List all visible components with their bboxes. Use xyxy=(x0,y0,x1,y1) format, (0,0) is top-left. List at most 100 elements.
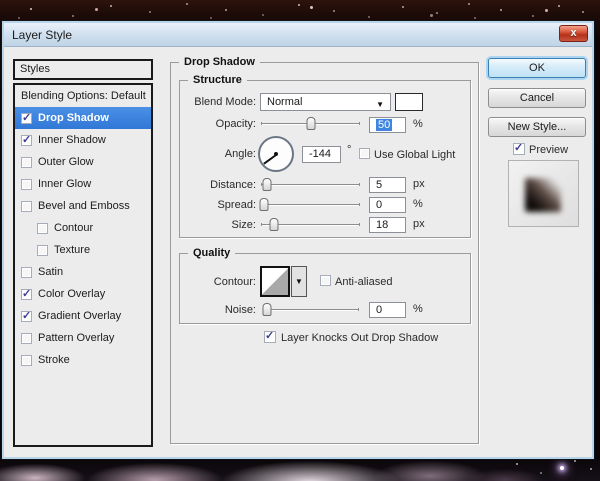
layer-style-dialog: Layer Style x Styles Blending Options: D… xyxy=(2,21,594,459)
checkbox-icon[interactable] xyxy=(21,133,32,146)
checkbox-icon[interactable] xyxy=(21,266,32,278)
noise-label: Noise: xyxy=(224,304,256,316)
angle-dial[interactable] xyxy=(258,136,294,172)
distance-unit: px xyxy=(413,178,425,190)
sidebar-item-label: Gradient Overlay xyxy=(38,310,122,322)
size-slider[interactable] xyxy=(261,217,360,232)
dialog-titlebar[interactable]: Layer Style x xyxy=(4,23,592,47)
checkbox-icon[interactable] xyxy=(21,287,32,300)
structure-legend: Structure xyxy=(188,73,247,87)
layer-knocks-out-checkbox[interactable] xyxy=(264,329,276,343)
blend-mode-value: Normal xyxy=(267,96,303,108)
opacity-label: Opacity: xyxy=(215,118,256,130)
noise-field[interactable]: 0 xyxy=(369,302,406,318)
close-icon: x xyxy=(570,27,577,39)
noise-slider[interactable] xyxy=(262,302,359,317)
sidebar-item-bevel-and-emboss[interactable]: Bevel and Emboss xyxy=(15,195,151,217)
distance-value: 5 xyxy=(376,179,383,191)
sidebar-item-label: Pattern Overlay xyxy=(38,332,115,344)
slider-thumb[interactable] xyxy=(306,117,315,130)
checkbox-icon[interactable] xyxy=(21,354,32,366)
angle-label: Angle: xyxy=(224,148,256,160)
distance-label: Distance: xyxy=(210,179,256,191)
layer-knocks-out-label: Layer Knocks Out Drop Shadow xyxy=(281,332,439,344)
sidebar-item-inner-shadow[interactable]: Inner Shadow xyxy=(15,129,151,151)
checkbox-icon[interactable] xyxy=(21,156,32,168)
sidebar-item-label: Texture xyxy=(54,244,91,256)
noise-value: 0 xyxy=(376,304,383,316)
slider-thumb[interactable] xyxy=(262,178,272,191)
shadow-color-swatch[interactable] xyxy=(395,93,423,111)
contour-swatch[interactable] xyxy=(260,266,290,297)
checkbox-icon[interactable] xyxy=(21,178,32,190)
slider-thumb[interactable] xyxy=(269,218,279,231)
styles-list: Blending Options: Default Drop Shadow Inne… xyxy=(13,83,153,447)
checkbox-icon[interactable] xyxy=(21,111,32,124)
distance-field[interactable]: 5 xyxy=(369,177,406,193)
preview-checkbox[interactable] xyxy=(513,141,525,155)
slider-thumb[interactable] xyxy=(262,303,272,316)
spread-field[interactable]: 0 xyxy=(369,197,406,213)
dialog-title: Layer Style xyxy=(12,28,73,42)
preview-thumbnail xyxy=(508,160,579,227)
cancel-button[interactable]: Cancel xyxy=(488,88,586,108)
sidebar-item-label: Drop Shadow xyxy=(38,112,109,124)
nebula-background xyxy=(0,458,600,481)
size-label: Size: xyxy=(231,219,256,231)
chevron-down-icon: ▼ xyxy=(376,100,384,109)
sidebar-item-label: Blending Options: Default xyxy=(21,90,146,102)
drop-shadow-panel: Drop Shadow Structure Blend Mode: Normal… xyxy=(170,55,479,444)
new-style-button[interactable]: New Style... xyxy=(488,117,586,137)
checkbox-icon[interactable] xyxy=(21,200,32,212)
sidebar-item-label: Outer Glow xyxy=(38,156,94,168)
anti-aliased-label: Anti-aliased xyxy=(335,276,393,288)
sidebar-item-stroke[interactable]: Stroke xyxy=(15,349,151,371)
contour-dropdown-arrow[interactable]: ▼ xyxy=(291,266,307,297)
anti-aliased-checkbox[interactable] xyxy=(320,275,331,286)
distance-slider[interactable] xyxy=(261,177,360,192)
checkbox-icon[interactable] xyxy=(21,332,32,344)
contour-label: Contour: xyxy=(213,276,256,288)
opacity-slider[interactable] xyxy=(261,116,360,131)
size-field[interactable]: 18 xyxy=(369,217,406,233)
sidebar-item-gradient-overlay[interactable]: Gradient Overlay xyxy=(15,305,151,327)
sidebar-item-pattern-overlay[interactable]: Pattern Overlay xyxy=(15,327,151,349)
panel-title: Drop Shadow xyxy=(179,55,260,69)
sidebar-item-outer-glow[interactable]: Outer Glow xyxy=(15,151,151,173)
sidebar-item-drop-shadow[interactable]: Drop Shadow xyxy=(15,107,151,129)
sidebar-item-blending-options[interactable]: Blending Options: Default xyxy=(15,85,151,107)
sidebar-item-satin[interactable]: Satin xyxy=(15,261,151,283)
size-value: 18 xyxy=(376,219,389,231)
sidebar-item-label: Contour xyxy=(54,222,94,234)
blend-mode-select[interactable]: Normal ▼ xyxy=(260,93,391,111)
sidebar-item-label: Inner Shadow xyxy=(38,134,106,146)
angle-value: -144 xyxy=(309,148,332,160)
checkbox-icon[interactable] xyxy=(37,222,48,234)
sidebar-item-contour[interactable]: Contour xyxy=(15,217,151,239)
noise-unit: % xyxy=(413,303,423,315)
checkbox-icon[interactable] xyxy=(37,244,48,256)
star-field-large xyxy=(0,0,3,3)
spread-slider[interactable] xyxy=(259,197,360,212)
opacity-unit: % xyxy=(413,118,423,130)
use-global-light-checkbox[interactable] xyxy=(359,148,370,159)
styles-header-label: Styles xyxy=(20,63,50,75)
opacity-field[interactable]: 50 xyxy=(369,117,406,133)
checkbox-icon[interactable] xyxy=(21,309,32,322)
sidebar-item-texture[interactable]: Texture xyxy=(15,239,151,261)
close-button[interactable]: x xyxy=(559,25,588,42)
spread-unit: % xyxy=(413,198,423,210)
sidebar-item-label: Stroke xyxy=(38,354,70,366)
slider-track xyxy=(261,203,360,206)
angle-field[interactable]: -144 xyxy=(302,146,341,163)
styles-header[interactable]: Styles xyxy=(13,59,153,80)
angle-dial-center xyxy=(274,152,278,156)
preview-label: Preview xyxy=(529,144,569,156)
angle-unit: ° xyxy=(347,144,352,156)
dialog-content: Styles Blending Options: Default Drop Sha… xyxy=(4,47,592,457)
ok-button[interactable]: OK xyxy=(488,58,586,78)
sidebar-item-color-overlay[interactable]: Color Overlay xyxy=(15,283,151,305)
spread-value: 0 xyxy=(376,199,383,211)
slider-thumb[interactable] xyxy=(259,198,269,211)
sidebar-item-inner-glow[interactable]: Inner Glow xyxy=(15,173,151,195)
